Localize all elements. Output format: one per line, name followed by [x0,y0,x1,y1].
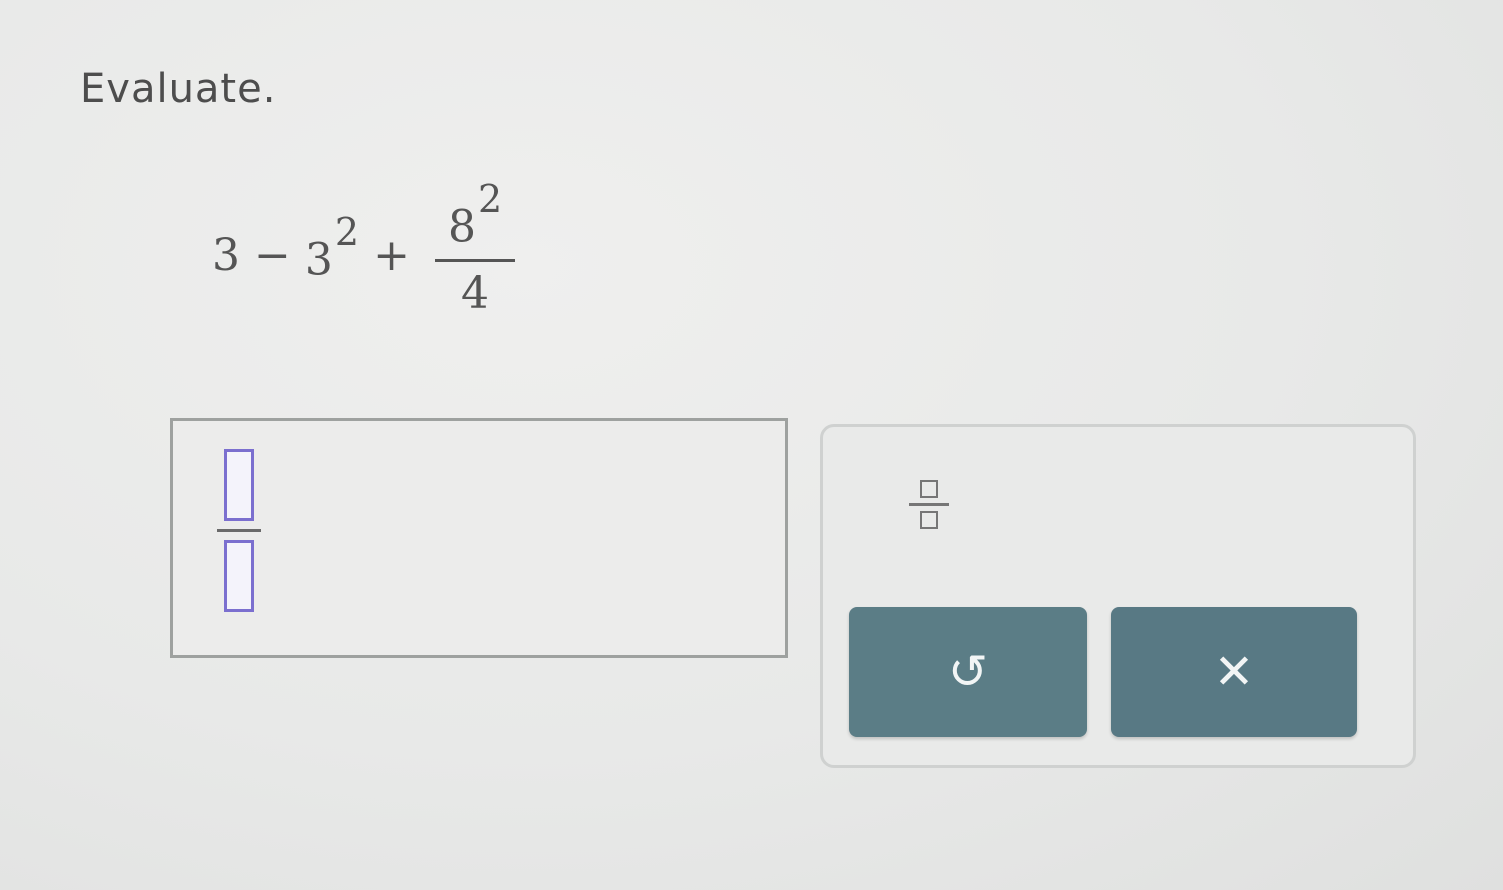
answer-numerator-slot[interactable] [224,449,254,521]
close-x-icon: ✕ [1213,644,1255,700]
expression-term-2: 32 [304,210,359,286]
fraction-template-button[interactable] [907,461,951,547]
expression-term-1: 3 [212,229,240,281]
fraction-template-icon-lower [920,510,938,529]
math-keypad: ↺ ✕ [820,424,1416,768]
term-2-exponent: 2 [334,210,360,255]
minus-operator: − [254,229,291,281]
plus-operator: + [373,229,410,281]
clear-button[interactable]: ✕ [1111,607,1357,737]
answer-fraction-bar [217,529,261,532]
undo-arrow-icon: ↺ [947,644,989,700]
numerator-exponent: 2 [477,177,503,222]
fraction-template-icon-bar [909,502,949,506]
undo-button[interactable]: ↺ [849,607,1087,737]
prompt-text: Evaluate. [80,66,277,112]
numerator-base: 8 [447,201,476,253]
answer-input-box[interactable] [170,418,788,658]
fraction-numerator: 82 [432,177,518,259]
term-2-base: 3 [304,234,333,286]
answer-fraction [217,449,261,612]
answer-denominator-slot[interactable] [224,540,254,612]
fraction-denominator: 4 [461,267,490,319]
fraction-template-icon [920,479,938,498]
expression-fraction: 82 4 [432,177,518,319]
math-expression: 3 − 32 + 82 4 [212,170,518,340]
